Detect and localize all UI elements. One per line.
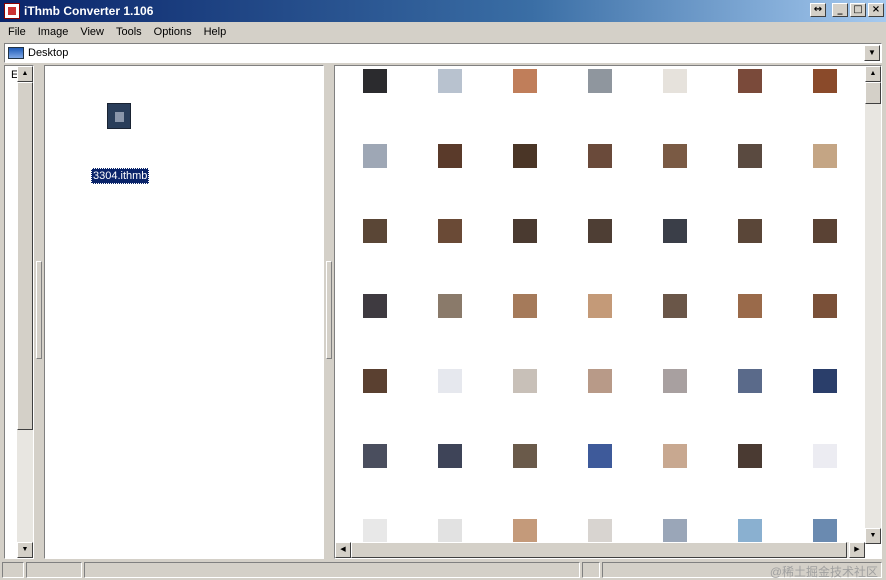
image-thumbnail[interactable] <box>663 69 687 93</box>
image-thumbnail[interactable] <box>588 294 612 318</box>
image-thumbnail[interactable] <box>663 294 687 318</box>
menu-bar: File Image View Tools Options Help <box>0 22 886 42</box>
image-thumbnail[interactable] <box>438 219 462 243</box>
ithmb-file-icon[interactable] <box>107 103 131 129</box>
folder-tree-pane[interactable]: E ▲ ▼ <box>4 65 34 559</box>
thumbnail-horizontal-scrollbar[interactable]: ◀ ▶ <box>335 542 865 558</box>
file-item-label[interactable]: 3304.ithmb <box>91 168 150 184</box>
maximize-button[interactable]: □ <box>850 3 866 17</box>
image-thumbnail[interactable] <box>738 519 762 543</box>
image-thumbnail[interactable] <box>588 219 612 243</box>
image-thumbnail[interactable] <box>588 369 612 393</box>
location-value: Desktop <box>28 47 69 59</box>
image-thumbnail[interactable] <box>588 444 612 468</box>
menu-options[interactable]: Options <box>148 22 198 42</box>
scroll-thumb[interactable] <box>865 82 881 104</box>
image-thumbnail[interactable] <box>513 144 537 168</box>
location-combo[interactable]: Desktop ▼ <box>4 43 882 63</box>
menu-help[interactable]: Help <box>198 22 233 42</box>
status-segment <box>582 562 600 578</box>
image-thumbnail[interactable] <box>438 519 462 543</box>
image-thumbnail[interactable] <box>513 69 537 93</box>
image-thumbnail[interactable] <box>513 294 537 318</box>
image-thumbnail[interactable] <box>663 369 687 393</box>
window-controls: ↔ _ □ × <box>808 3 884 17</box>
scroll-right-icon[interactable]: ▶ <box>849 542 865 558</box>
image-thumbnail[interactable] <box>813 144 837 168</box>
splitter-grip[interactable] <box>326 261 332 359</box>
image-thumbnail[interactable] <box>813 294 837 318</box>
chevron-down-icon[interactable]: ▼ <box>864 45 880 61</box>
image-thumbnail[interactable] <box>738 219 762 243</box>
tree-vertical-scrollbar[interactable]: ▲ ▼ <box>17 66 33 558</box>
thumbnail-pane[interactable]: ▲ ▼ ◀ ▶ <box>334 65 882 559</box>
image-thumbnail[interactable] <box>363 294 387 318</box>
status-segment <box>26 562 82 578</box>
restore-toggle-button[interactable]: ↔ <box>810 3 826 17</box>
scroll-up-icon[interactable]: ▲ <box>17 66 33 82</box>
image-thumbnail[interactable] <box>813 519 837 543</box>
image-thumbnail[interactable] <box>438 444 462 468</box>
image-thumbnail[interactable] <box>513 519 537 543</box>
image-thumbnail[interactable] <box>813 369 837 393</box>
image-thumbnail[interactable] <box>588 144 612 168</box>
status-segment <box>2 562 24 578</box>
scroll-up-icon[interactable]: ▲ <box>865 66 881 82</box>
scroll-left-icon[interactable]: ◀ <box>335 542 351 558</box>
scroll-thumb[interactable] <box>351 542 847 558</box>
menu-view[interactable]: View <box>74 22 110 42</box>
thumbnail-vertical-scrollbar[interactable]: ▲ ▼ <box>865 66 881 544</box>
image-thumbnail[interactable] <box>663 519 687 543</box>
image-thumbnail[interactable] <box>363 144 387 168</box>
image-thumbnail[interactable] <box>363 69 387 93</box>
image-thumbnail[interactable] <box>663 219 687 243</box>
image-thumbnail[interactable] <box>663 444 687 468</box>
scroll-down-icon[interactable]: ▼ <box>17 542 33 558</box>
image-thumbnail[interactable] <box>813 219 837 243</box>
menu-file[interactable]: File <box>2 22 32 42</box>
splitter-grip[interactable] <box>36 261 42 359</box>
image-thumbnail[interactable] <box>363 519 387 543</box>
menu-tools[interactable]: Tools <box>110 22 148 42</box>
scroll-down-icon[interactable]: ▼ <box>865 528 881 544</box>
image-thumbnail[interactable] <box>588 69 612 93</box>
status-bar: @稀土掘金技术社区 <box>0 561 886 580</box>
image-thumbnail[interactable] <box>738 294 762 318</box>
status-segment <box>84 562 580 578</box>
scroll-thumb[interactable] <box>17 82 33 430</box>
app-icon <box>4 3 20 19</box>
watermark-text: @稀土掘金技术社区 <box>769 565 878 579</box>
splitter-left[interactable] <box>35 65 43 559</box>
minimize-button[interactable]: _ <box>832 3 848 17</box>
menu-image[interactable]: Image <box>32 22 75 42</box>
image-thumbnail[interactable] <box>438 144 462 168</box>
image-thumbnail[interactable] <box>438 294 462 318</box>
image-thumbnail[interactable] <box>363 444 387 468</box>
image-thumbnail[interactable] <box>588 519 612 543</box>
image-thumbnail[interactable] <box>738 444 762 468</box>
image-thumbnail[interactable] <box>513 219 537 243</box>
splitter-right[interactable] <box>325 65 333 559</box>
image-thumbnail[interactable] <box>513 444 537 468</box>
desktop-icon <box>8 47 24 59</box>
image-thumbnail[interactable] <box>438 369 462 393</box>
image-thumbnail[interactable] <box>813 444 837 468</box>
image-thumbnail[interactable] <box>363 369 387 393</box>
image-thumbnail[interactable] <box>363 219 387 243</box>
file-list-pane[interactable]: 3304.ithmb <box>44 65 324 559</box>
close-button[interactable]: × <box>868 3 884 17</box>
image-thumbnail[interactable] <box>813 69 837 93</box>
image-thumbnail[interactable] <box>738 69 762 93</box>
title-bar: iThmb Converter 1.106 ↔ _ □ × <box>0 0 886 22</box>
image-thumbnail[interactable] <box>513 369 537 393</box>
window-title: iThmb Converter 1.106 <box>24 4 154 18</box>
image-thumbnail[interactable] <box>738 144 762 168</box>
image-thumbnail[interactable] <box>663 144 687 168</box>
image-thumbnail[interactable] <box>438 69 462 93</box>
image-thumbnail[interactable] <box>738 369 762 393</box>
